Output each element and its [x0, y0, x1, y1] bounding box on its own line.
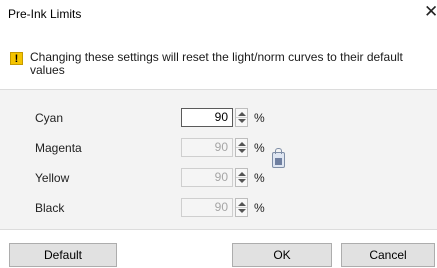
- lock-icon[interactable]: [272, 148, 285, 168]
- warning-message: Changing these settings will reset the l…: [30, 50, 403, 77]
- black-unit: %: [254, 201, 265, 215]
- cancel-button[interactable]: Cancel: [341, 243, 435, 267]
- magenta-unit: %: [254, 141, 265, 155]
- cyan-input[interactable]: 90: [181, 108, 233, 127]
- yellow-stepper[interactable]: [235, 168, 248, 187]
- warning-icon: !: [10, 52, 23, 65]
- magenta-stepper[interactable]: [235, 138, 248, 157]
- default-button[interactable]: Default: [9, 243, 117, 267]
- cyan-label: Cyan: [35, 111, 64, 125]
- dialog-title: Pre-Ink Limits: [8, 7, 82, 21]
- yellow-label: Yellow: [35, 171, 70, 185]
- close-icon[interactable]: ✕: [424, 3, 437, 21]
- yellow-unit: %: [254, 171, 265, 185]
- black-input[interactable]: 90: [181, 198, 233, 217]
- magenta-label: Magenta: [35, 141, 82, 155]
- black-stepper[interactable]: [235, 198, 248, 217]
- title-bar: Pre-Ink Limits ✕: [0, 0, 437, 28]
- magenta-input[interactable]: 90: [181, 138, 233, 157]
- yellow-input[interactable]: 90: [181, 168, 233, 187]
- cyan-stepper[interactable]: [235, 108, 248, 127]
- ok-button[interactable]: OK: [232, 243, 332, 267]
- cyan-unit: %: [254, 111, 265, 125]
- black-label: Black: [35, 201, 65, 215]
